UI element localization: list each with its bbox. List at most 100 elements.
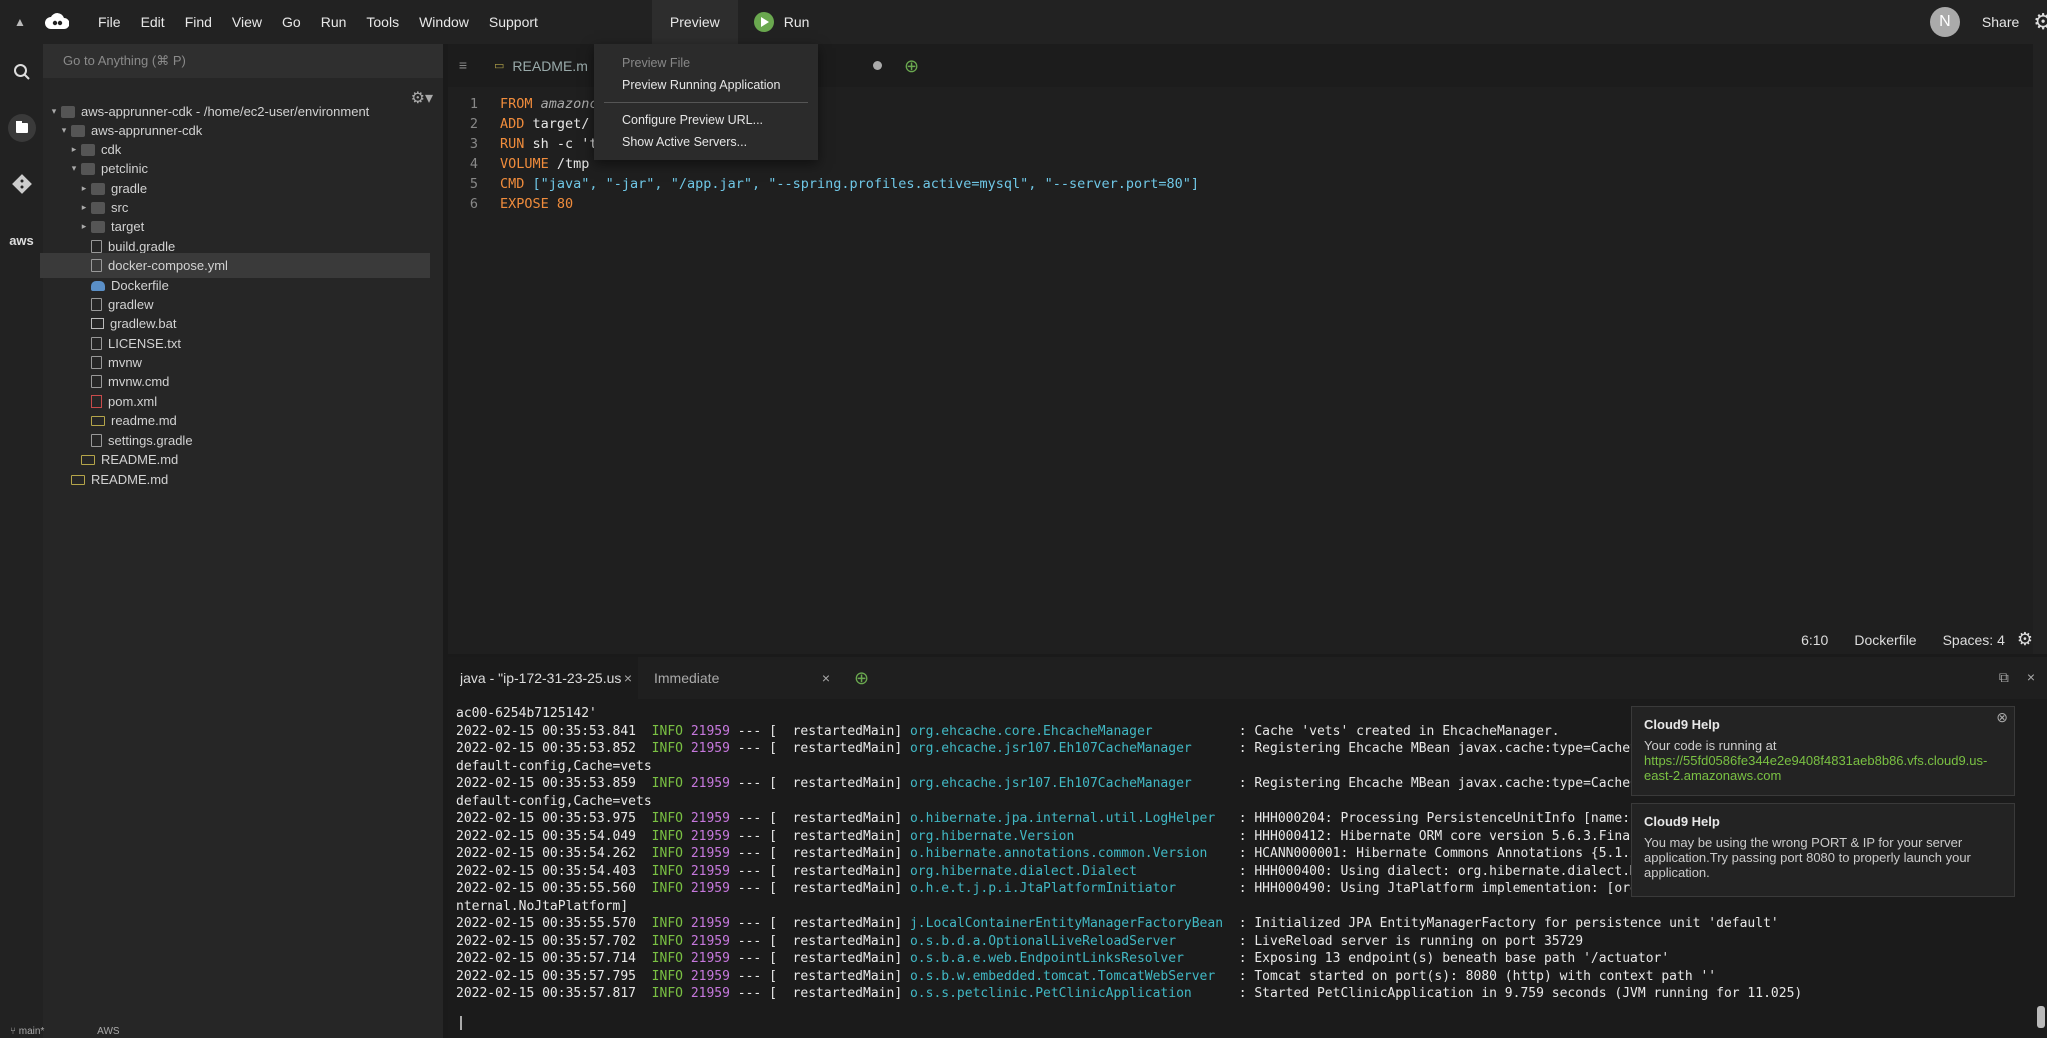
terminal-line: 2022-02-15 00:35:55.570 INFO 21959 --- [… (456, 915, 2026, 933)
log-timestamp: 2022-02-15 00:35:53.841 (456, 723, 637, 739)
help-title: Cloud9 Help (1644, 814, 1720, 829)
add-tab-icon[interactable]: ⊕ (904, 56, 919, 77)
log-message: : Cache 'vets' created in EhcacheManager… (1230, 723, 1560, 739)
log-pid: 21959 (690, 811, 730, 826)
terminal-tab-immediate[interactable]: Immediate × (646, 657, 836, 699)
log-class: o.hibernate.jpa.internal.util.LogHelper (909, 811, 1231, 826)
log-class: org.hibernate.dialect.Dialect (909, 863, 1231, 879)
menu-go[interactable]: Go (272, 14, 311, 30)
close-icon[interactable]: × (822, 670, 830, 686)
markdown-icon (81, 454, 95, 465)
log-level: INFO (651, 933, 683, 949)
tree-item[interactable]: README.md (71, 467, 168, 492)
log-pid: 21959 (690, 846, 730, 861)
gear-icon[interactable]: ⚙ (2033, 9, 2047, 35)
branch-indicator[interactable]: ⑂ main* (10, 1026, 44, 1037)
close-icon[interactable]: × (624, 670, 632, 686)
code-text: /tmp (548, 156, 590, 172)
play-icon (753, 12, 774, 32)
log-thread: --- [ restartedMain] (737, 863, 910, 879)
line-number: 4 (469, 156, 478, 172)
close-panel-icon[interactable]: × (2027, 669, 2035, 686)
folder-icon (61, 105, 75, 118)
log-timestamp: 2022-02-15 00:35:53.975 (456, 811, 637, 826)
menu-view[interactable]: View (222, 14, 272, 30)
preview-file-item: Preview File (622, 56, 691, 70)
log-thread: --- [ restartedMain] (737, 933, 910, 949)
share-button[interactable]: Share (1982, 14, 2019, 30)
language-mode[interactable]: Dockerfile (1854, 632, 1916, 648)
file-icon (91, 356, 102, 369)
log-pid: 21959 (690, 723, 730, 739)
aws-status[interactable]: AWS (97, 1026, 119, 1037)
log-message: : Initialized JPA EntityManagerFactory f… (1230, 916, 1779, 931)
log-thread: --- [ restartedMain] (737, 951, 910, 966)
file-icon (91, 298, 102, 311)
folder-icon (91, 220, 105, 233)
log-timestamp: 2022-02-15 00:35:57.714 (456, 951, 637, 966)
file-icon (91, 240, 102, 253)
log-pid: 21959 (690, 951, 730, 966)
menu-find[interactable]: Find (175, 14, 222, 30)
menu-file[interactable]: File (88, 14, 131, 30)
menu-window[interactable]: Window (409, 14, 479, 30)
log-pid: 21959 (690, 933, 730, 949)
log-level: INFO (651, 968, 683, 984)
show-active-servers-item[interactable]: Show Active Servers... (594, 131, 818, 153)
help-popup-port: Cloud9 Help You may be using the wrong P… (1631, 803, 2015, 897)
help-text: Your code is running at (1644, 738, 1777, 753)
cursor-position[interactable]: 6:10 (1801, 632, 1828, 648)
log-class: o.s.b.d.a.OptionalLiveReloadServer (909, 933, 1231, 949)
right-icon-rail (2033, 44, 2047, 654)
avatar[interactable]: N (1929, 7, 1960, 37)
terminal-tab-bar: java - "ip-172-31-23-25.us × Immediate ×… (448, 657, 2047, 699)
collapse-menu-icon[interactable]: ▲ (0, 15, 40, 29)
folder-icon (81, 143, 95, 156)
terminal-tab-java[interactable]: java - "ip-172-31-23-25.us × (448, 657, 638, 699)
add-terminal-icon[interactable]: ⊕ (854, 668, 869, 689)
terminal-scrollbar[interactable] (2037, 1006, 2045, 1028)
log-pid: 21959 (690, 986, 730, 1001)
indent-setting[interactable]: Spaces: 4 (1943, 632, 2005, 648)
log-level: INFO (651, 741, 683, 756)
menu-support[interactable]: Support (479, 14, 548, 30)
log-level: INFO (651, 776, 683, 791)
menu-tools[interactable]: Tools (356, 14, 409, 30)
preview-running-application-item[interactable]: Preview Running Application (594, 74, 818, 96)
environment-icon[interactable] (0, 100, 43, 156)
menu-preview[interactable]: Preview (651, 0, 738, 44)
log-message: : HCANN000001: Hibernate Commons Annotat… (1230, 846, 1693, 861)
line-number: 1 (469, 96, 478, 112)
line-number: 5 (469, 176, 478, 192)
menu-edit[interactable]: Edit (131, 14, 175, 30)
editor-gear-icon[interactable]: ⚙ (2017, 629, 2033, 650)
terminal-cursor (460, 1016, 462, 1030)
preview-url-link[interactable]: https://55fd0586fe344e2e9408f4831aeb8b86… (1644, 753, 1987, 783)
code-keyword: RUN (500, 136, 525, 152)
menu-run[interactable]: Run (311, 14, 357, 30)
run-button[interactable]: Run (753, 12, 809, 32)
log-timestamp: 2022-02-15 00:35:57.817 (456, 986, 637, 1001)
markdown-icon (91, 415, 105, 426)
log-message: : Started PetClinicApplication in 9.759 … (1230, 986, 1803, 1001)
md-tab-icon: ▭ (494, 60, 505, 72)
tree-settings-gear-icon[interactable]: ⚙▾ (411, 88, 433, 108)
close-icon[interactable]: ⊗ (1996, 709, 2008, 726)
log-text: default-config,Cache=vets (456, 758, 652, 774)
configure-preview-url-item[interactable]: Configure Preview URL... (594, 109, 818, 131)
line-number: 2 (469, 116, 478, 132)
aws-icon[interactable]: aws (0, 212, 43, 268)
log-thread: --- [ restartedMain] (737, 916, 910, 931)
log-timestamp: 2022-02-15 00:35:53.852 (456, 741, 637, 756)
go-to-anything-input[interactable]: Go to Anything (⌘ P) (43, 44, 443, 78)
editor-status-bar: 6:10 Dockerfile Spaces: 4 ⚙ (1801, 629, 2033, 650)
log-text: default-config,Cache=vets (456, 793, 652, 809)
left-icon-rail: aws (0, 44, 43, 1038)
log-text: nternal.NoJtaPlatform] (456, 898, 629, 914)
log-timestamp: 2022-02-15 00:35:57.702 (456, 933, 637, 949)
search-icon[interactable] (0, 44, 43, 100)
menu-icon[interactable]: ≡ (448, 44, 478, 87)
source-control-icon[interactable] (0, 156, 43, 212)
code-keyword: EXPOSE (500, 196, 549, 212)
maximize-icon[interactable]: ⧉ (1999, 669, 2009, 686)
